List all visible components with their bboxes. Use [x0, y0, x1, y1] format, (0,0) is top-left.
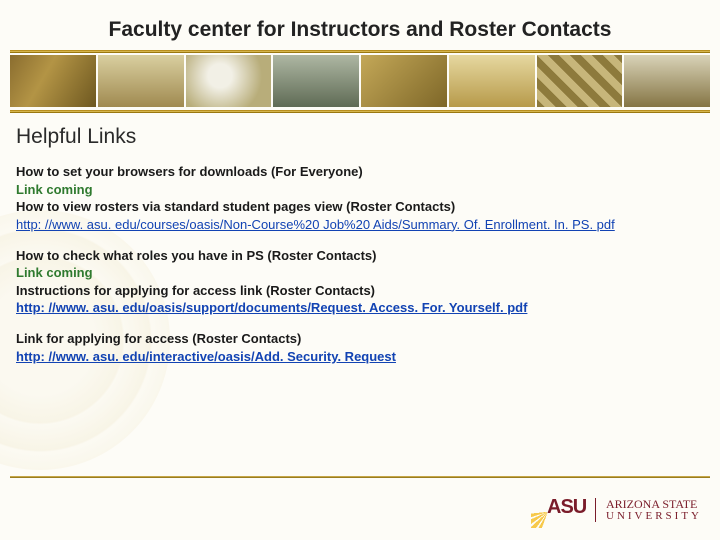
- photo-strip: [10, 55, 710, 107]
- link-coming-1: Link coming: [16, 181, 704, 199]
- gold-rule-footer: [10, 476, 710, 478]
- section-title: Helpful Links: [16, 125, 704, 149]
- page-title: Faculty center for Instructors and Roste…: [0, 0, 720, 50]
- asu-logo-mark: ASU: [531, 492, 585, 528]
- link-coming-2: Link coming: [16, 264, 704, 282]
- heading-access-instr: Instructions for applying for access lin…: [16, 282, 704, 300]
- link-request-access-pdf[interactable]: http: //www. asu. edu/oasis/support/docu…: [16, 300, 527, 315]
- asu-text-line1: ARIZONA STATE: [606, 498, 702, 511]
- heading-downloads: How to set your browsers for downloads (…: [16, 163, 704, 181]
- heading-roles: How to check what roles you have in PS (…: [16, 247, 704, 265]
- link-add-security-request[interactable]: http: //www. asu. edu/interactive/oasis/…: [16, 349, 396, 364]
- gold-rule-top: [10, 50, 710, 53]
- asu-logo-text: ARIZONA STATE UNIVERSITY: [595, 498, 702, 522]
- content-area: Helpful Links How to set your browsers f…: [0, 115, 720, 366]
- asu-text-line2: UNIVERSITY: [606, 511, 702, 523]
- heading-apply-access: Link for applying for access (Roster Con…: [16, 330, 704, 348]
- gold-rule-bottom: [10, 110, 710, 113]
- link-enrollment-pdf[interactable]: http: //www. asu. edu/courses/oasis/Non-…: [16, 217, 615, 232]
- asu-letters: ASU: [547, 496, 586, 519]
- heading-rosters: How to view rosters via standard student…: [16, 198, 704, 216]
- footer-logo: ASU ARIZONA STATE UNIVERSITY: [531, 492, 702, 528]
